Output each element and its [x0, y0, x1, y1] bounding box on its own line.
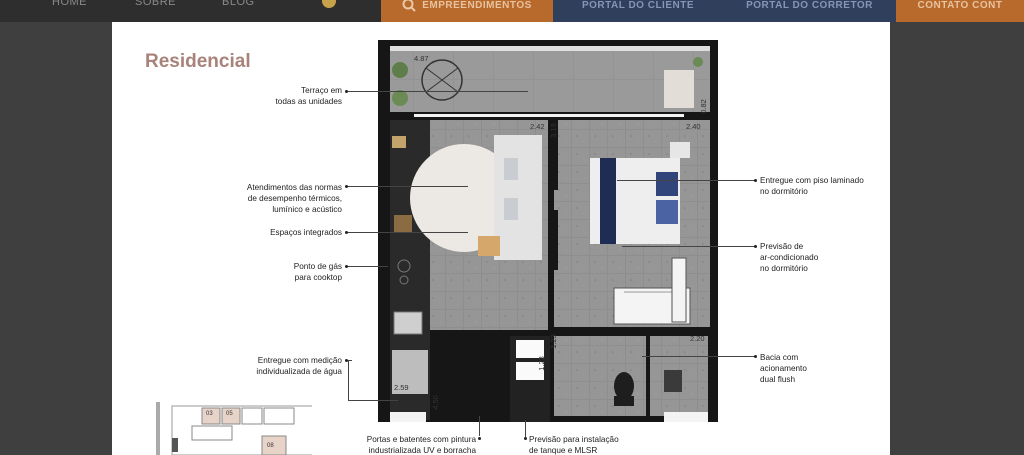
feature-espacos-integrados: Espaços integrados	[270, 228, 342, 237]
callout-line	[348, 232, 468, 233]
feature-piso-laminado: Entregue com piso laminado no dormitório	[760, 176, 864, 196]
bathroom-cabinet-icon	[664, 370, 682, 392]
nav-blog[interactable]: BLOG	[222, 0, 255, 8]
callout-line	[642, 356, 755, 357]
search-icon	[402, 0, 416, 12]
section-title: Residencial	[145, 51, 251, 72]
callout-dot	[478, 437, 481, 440]
portal-corretor-label: PORTAL DO CORRETOR	[746, 0, 873, 11]
feature-ponto-gas: Ponto de gás para cooktop	[293, 262, 342, 282]
empreendimentos-label: EMPREENDIMENTOS	[422, 0, 532, 11]
key-plan	[156, 402, 312, 455]
dim-kitchen-width: 2.59	[394, 383, 409, 392]
portal-cliente-button[interactable]: PORTAL DO CLIENTE	[553, 0, 723, 22]
feature-tanque-mlsr: Previsão para instalação de tanque e MLS…	[529, 435, 619, 455]
dim-laundry-width: 1.23	[536, 356, 546, 371]
callout-line	[348, 186, 468, 187]
callout-line	[622, 246, 755, 247]
toilet-icon	[614, 372, 634, 400]
empreendimentos-button[interactable]: EMPREENDIMENTOS	[381, 0, 553, 22]
callout-dot	[754, 355, 757, 358]
plant-icon	[392, 90, 408, 106]
logo-icon	[322, 0, 336, 8]
dim-terrace-depth: 0.82	[698, 99, 708, 114]
feature-dual-flush: Bacia com acionamento dual flush	[760, 353, 807, 384]
contato-label: CONTATO CONT	[917, 0, 1003, 11]
callout-dot	[754, 179, 757, 182]
nav-home[interactable]: HOME	[52, 0, 87, 8]
coffee-table-icon	[478, 236, 500, 256]
terrace-chair-icon	[664, 70, 694, 108]
dim-living-width: 2.42	[530, 122, 545, 131]
feature-medicao-agua: Entregue com medição individualizada de …	[256, 356, 342, 376]
feature-portas-batentes: Portas e batentes com pintura industrial…	[366, 435, 476, 455]
feature-ar-condicionado: Previsão de ar-condicionado no dormitóri…	[760, 242, 819, 273]
top-navigation: HOME SOBRE BLOG EMPREENDIMENTOS PORTAL D…	[0, 0, 1024, 22]
callout-dot	[524, 437, 527, 440]
keyplan-unit-03: 03	[206, 411, 213, 417]
keyplan-unit-08: 08	[267, 443, 274, 449]
contato-button[interactable]: CONTATO CONT	[896, 0, 1024, 22]
floorplan-card: Residencial 4.87 0.82 2.42 3.19 2.40 1.2…	[112, 22, 890, 455]
dim-living-depth: 3.19	[548, 123, 558, 138]
plant-icon	[392, 62, 408, 78]
keyplan-unit-05: 05	[226, 411, 233, 417]
callout-line	[348, 400, 398, 401]
dim-bathroom-width: 2.20	[690, 334, 705, 343]
sofa-icon	[494, 135, 542, 260]
callout-line	[617, 180, 755, 181]
callout-line	[348, 91, 528, 92]
dim-kitchen-depth: 4.50	[430, 395, 440, 410]
sink-icon	[393, 311, 423, 335]
callout-line	[348, 360, 349, 400]
callout-line	[479, 416, 480, 436]
callout-dot	[754, 245, 757, 248]
floor-plan	[378, 40, 718, 422]
dim-bedroom-width: 2.40	[686, 122, 701, 131]
portal-cliente-label: PORTAL DO CLIENTE	[581, 0, 695, 11]
dim-terrace-width: 4.87	[414, 54, 429, 63]
feature-terraco: Terraço em todas as unidades	[275, 86, 342, 106]
callout-line	[348, 266, 388, 267]
nav-sobre[interactable]: SOBRE	[135, 0, 176, 8]
dim-laundry-depth: 1.23	[548, 334, 558, 349]
feature-normas-desempenho: Atendimentos das normas de desempenho té…	[246, 183, 342, 214]
callout-line	[525, 420, 526, 437]
portal-corretor-button[interactable]: PORTAL DO CORRETOR	[723, 0, 896, 22]
terrace-area	[390, 46, 710, 112]
